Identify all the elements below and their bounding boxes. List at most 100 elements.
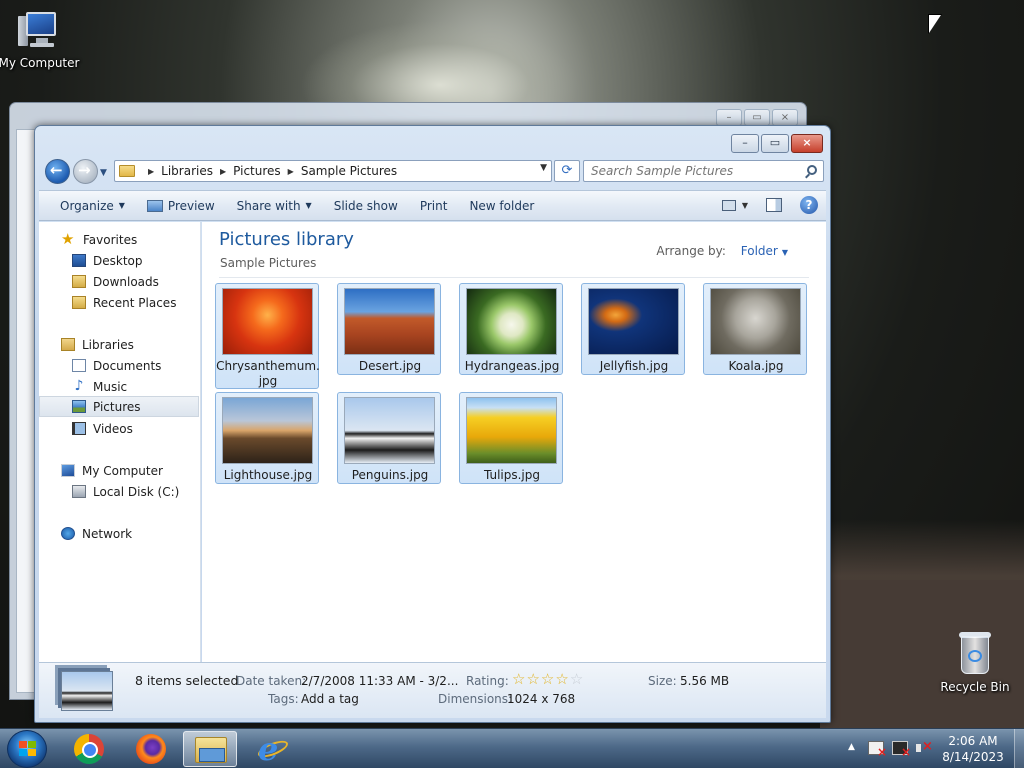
tags-value[interactable]: Add a tag [301,692,359,706]
arrange-by-label: Arrange by: [656,244,726,258]
videos-icon [72,422,86,435]
library-subtitle: Sample Pictures [220,256,317,270]
refresh-button[interactable]: ⟳ [554,160,580,182]
star-icon[interactable]: ☆ [526,671,539,687]
chevron-down-icon[interactable]: ▼ [782,248,788,257]
close-icon[interactable]: × [772,109,798,126]
star-icon[interactable]: ☆ [512,671,525,687]
arrange-by: Arrange by: Folder ▼ [656,244,788,258]
chevron-right-icon[interactable]: ▶ [288,167,294,176]
pictures-icon [72,400,86,413]
explorer-window: – ▭ × ▼ ▶ Libraries ▶ Pictures ▶ Sample … [34,125,831,723]
minimize-icon[interactable]: – [716,109,742,126]
maximize-button[interactable]: ▭ [761,134,789,153]
file-thumbnail[interactable]: Hydrangeas.jpg [459,283,563,375]
slide-show-button[interactable]: Slide show [324,199,408,213]
nav-desktop[interactable]: Desktop [39,250,199,271]
chevron-right-icon[interactable]: ▶ [220,167,226,176]
search-box[interactable] [583,160,824,182]
nav-local-disk[interactable]: Local Disk (C:) [39,481,199,502]
window-controls: – ▭ × [729,134,823,153]
preview-label: Preview [167,198,215,213]
close-button[interactable]: × [791,134,823,153]
nav-music[interactable]: ♪ Music [39,376,199,397]
file-thumbnail[interactable]: Desert.jpg [337,283,441,375]
taskbar-internet-explorer[interactable]: e [244,730,298,768]
computer-icon [61,464,75,477]
file-thumbnail[interactable]: Chrysanthemum. jpg [215,283,320,389]
organize-button[interactable]: Organize ▼ [50,199,135,213]
maximize-icon[interactable]: ▭ [744,109,770,126]
arrange-by-dropdown[interactable]: Folder [741,244,778,258]
action-center-icon[interactable] [868,741,887,759]
nav-pictures[interactable]: Pictures [39,396,199,417]
desktop-icon-recycle-bin[interactable]: Recycle Bin [930,630,1020,694]
show-desktop-button[interactable] [1014,729,1024,768]
nav-label: Favorites [83,232,138,247]
file-name-line2: jpg [258,374,278,388]
preview-button[interactable]: Preview [137,199,225,213]
computer-icon [16,10,62,52]
rating-label: Rating: [466,674,509,688]
recent-pages-dropdown[interactable]: ▼ [100,168,107,178]
file-thumbnail[interactable]: Lighthouse.jpg [215,392,319,484]
new-folder-button[interactable]: New folder [459,199,544,213]
search-icon[interactable] [807,165,817,175]
taskbar-explorer[interactable] [183,731,237,767]
system-tray: ▲ 2:06 AM 8/14/2023 [840,729,1024,768]
background-window-controls: – ▭ × [714,109,798,126]
image-thumbnail [222,288,313,355]
file-thumbnail[interactable]: Tulips.jpg [459,392,563,484]
help-icon[interactable]: ? [800,196,818,214]
minimize-button[interactable]: – [731,134,759,153]
nav-my-computer[interactable]: My Computer [39,460,199,481]
image-thumbnail [222,397,313,464]
file-thumbnail[interactable]: Penguins.jpg [337,392,441,484]
taskbar-firefox[interactable] [124,731,178,767]
address-dropdown-icon[interactable]: ▼ [540,163,547,173]
chevron-right-icon[interactable]: ▶ [148,167,154,176]
nav-recent-places[interactable]: Recent Places [39,292,199,313]
desktop-icon-my-computer[interactable]: My Computer [0,10,84,70]
date-taken-value[interactable]: 2/7/2008 11:33 AM - 3/2... [301,674,458,688]
nav-favorites[interactable]: ★ Favorites [39,229,199,250]
star-icon[interactable]: ☆ [555,671,568,687]
star-icon[interactable]: ☆ [541,671,554,687]
volume-muted-icon[interactable] [916,739,933,755]
share-with-button[interactable]: Share with ▼ [227,199,322,213]
file-thumbnail[interactable]: Koala.jpg [703,283,807,375]
nav-downloads[interactable]: Downloads [39,271,199,292]
new-folder-label: New folder [469,198,535,213]
image-thumbnail [344,288,435,355]
nav-label: Pictures [93,399,141,414]
size-value: 5.56 MB [680,674,730,688]
breadcrumb-sample-pictures[interactable]: Sample Pictures [301,164,397,178]
print-button[interactable]: Print [410,199,458,213]
start-button[interactable] [7,730,47,768]
nav-libraries[interactable]: Libraries [39,334,199,355]
change-view-icon[interactable] [721,199,736,211]
show-hidden-icons-icon[interactable]: ▲ [848,742,855,752]
file-thumbnail[interactable]: Jellyfish.jpg [581,283,685,375]
nav-label: My Computer [82,463,163,478]
forward-button[interactable] [73,159,98,184]
star-icon[interactable]: ☆ [570,671,583,687]
preview-pane-icon[interactable] [766,198,782,212]
file-name: Chrysanthemum. jpg [216,359,320,389]
breadcrumb-pictures[interactable]: Pictures [233,164,281,178]
back-button[interactable] [45,159,70,184]
network-status-icon[interactable] [892,741,911,759]
selection-thumbnail [61,671,113,711]
nav-network[interactable]: Network [39,523,199,544]
address-bar[interactable]: ▶ Libraries ▶ Pictures ▶ Sample Pictures… [114,160,552,182]
nav-documents[interactable]: Documents [39,355,199,376]
clock[interactable]: 2:06 AM 8/14/2023 [938,733,1008,765]
clock-date: 8/14/2023 [942,750,1004,764]
library-title: Pictures library [219,229,354,250]
search-input[interactable] [584,161,794,181]
nav-videos[interactable]: Videos [39,418,199,439]
breadcrumb-libraries[interactable]: Libraries [161,164,213,178]
rating-stars[interactable]: ☆ ☆ ☆ ☆ ☆ [512,671,584,687]
taskbar-chrome[interactable] [60,731,114,767]
chevron-down-icon[interactable]: ▼ [742,201,748,210]
